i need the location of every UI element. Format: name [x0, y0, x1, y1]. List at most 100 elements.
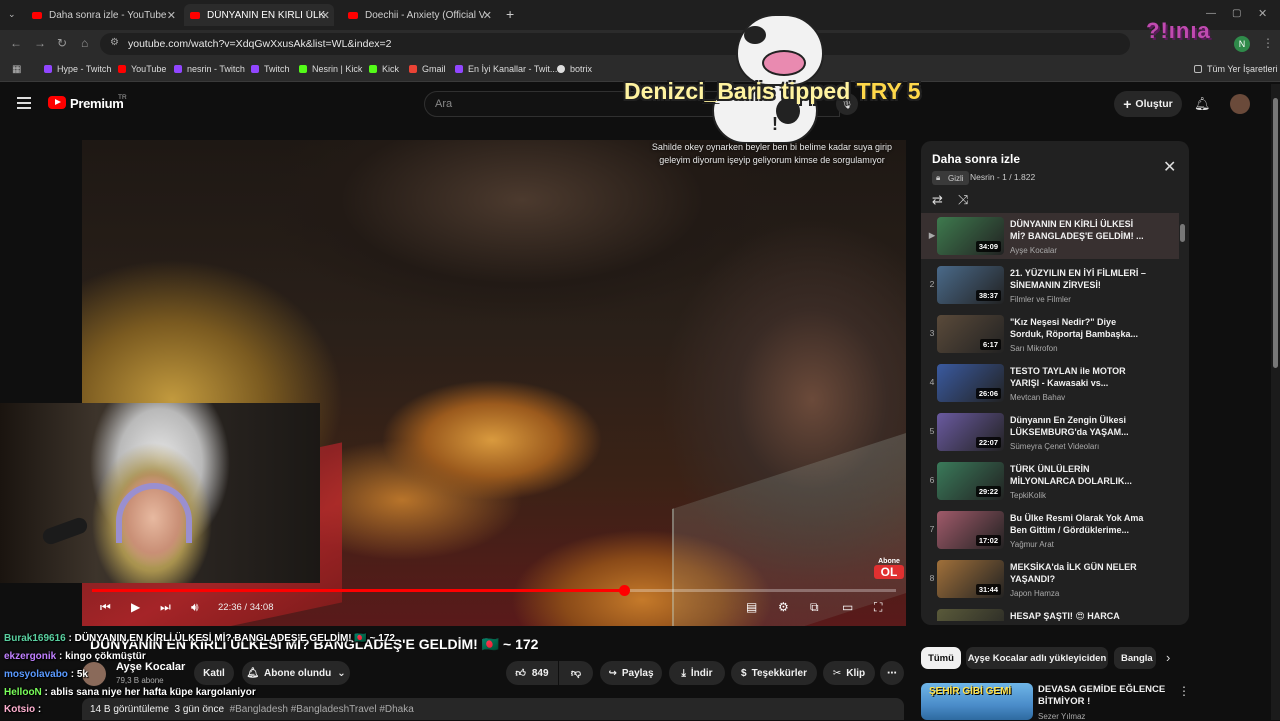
bookmark-nesrin-twitch[interactable]: nesrin - Twitch [174, 64, 245, 74]
chat-username[interactable]: ekzergonik [4, 651, 56, 662]
theater-mode-icon[interactable]: ▭ [842, 600, 853, 614]
youtube-premium-logo[interactable]: Premium [70, 96, 124, 111]
new-tab-icon[interactable]: + [506, 6, 514, 22]
all-bookmarks[interactable]: Tüm Yer İşaretleri [1194, 64, 1278, 74]
playlist-item-channel[interactable]: Filmler ve Filmler [1010, 295, 1071, 304]
playlist-item-channel[interactable]: Ayşe Kocalar [1010, 246, 1057, 255]
share-button[interactable]: ↪ Paylaş [600, 661, 662, 685]
playlist-item-thumbnail[interactable]: 31:44 [937, 560, 1004, 598]
dislike-button[interactable]: 👎︎ [559, 661, 593, 685]
close-window-icon[interactable]: ✕ [1258, 7, 1267, 20]
chat-username[interactable]: HellooN [4, 687, 42, 698]
more-options-icon[interactable]: ⋮ [1178, 684, 1190, 698]
more-actions-icon[interactable]: ⋯ [880, 661, 904, 685]
reload-icon[interactable]: ↻ [57, 36, 67, 50]
recommendation-title[interactable]: DEVASA GEMİDE EĞLENCE BİTMİYOR ! [1038, 684, 1168, 708]
bookmark-hype-twitch[interactable]: Hype - Twitch [44, 64, 111, 74]
url-input[interactable]: youtube.com/watch?v=XdqGwXxusAk&list=WL&… [100, 33, 1130, 55]
playlist-item-title[interactable]: TESTO TAYLAN ile MOTOR YARIŞI - Kawasaki… [1010, 365, 1150, 389]
playlist-title[interactable]: Daha sonra izle [932, 152, 1020, 166]
chat-username[interactable]: Burak169616 [4, 633, 66, 644]
playlist-item-channel[interactable]: Mevtcan Bahav [1010, 393, 1065, 402]
menu-icon[interactable] [17, 97, 31, 109]
close-tab-icon[interactable]: ✕ [167, 9, 176, 22]
progress-bar[interactable] [92, 585, 896, 596]
playlist-item-channel[interactable]: TepkiKolik [1010, 491, 1046, 500]
playlist-item-channel[interactable]: Sümeyra Çenet Videoları [1010, 442, 1099, 451]
bookmark-twitch[interactable]: Twitch [251, 64, 290, 74]
account-avatar[interactable] [1230, 94, 1250, 114]
playlist-item[interactable]: 4 26:06 TESTO TAYLAN ile MOTOR YARIŞI - Ka… [921, 360, 1179, 406]
back-icon[interactable]: ← [10, 36, 22, 50]
playlist-item-thumbnail[interactable]: 34:09 [937, 217, 1004, 255]
previous-icon[interactable]: ⏮︎ [100, 600, 111, 615]
home-icon[interactable]: ⌂ [81, 36, 88, 50]
playlist-item-channel[interactable]: Japon Hamza [1010, 589, 1059, 598]
playlist-item-title[interactable]: Dünyanın En Zengin Ülkesi LÜKSEMBURG'da … [1010, 414, 1150, 438]
recommendation-thumbnail[interactable]: ŞEHİR GİBİ GEMİ [921, 683, 1033, 720]
chat-username[interactable]: mosyolavabo [4, 669, 68, 680]
apps-grid-icon[interactable]: ▦ [12, 64, 21, 75]
description-box[interactable]: 14 B görüntüleme 3 gün önce #Bangladesh … [82, 698, 904, 720]
playlist-item-thumbnail[interactable]: 29:22 [937, 462, 1004, 500]
subscribed-button[interactable]: 🔔︎ Abone olundu ⌄ [242, 661, 350, 685]
playlist-item-title[interactable]: 21. YÜZYILIN EN İYİ FİLMLERİ – SİNEMANIN… [1010, 267, 1150, 291]
play-icon[interactable]: ▶︎ [131, 600, 140, 614]
playlist-item-thumbnail[interactable] [937, 609, 1004, 621]
chat-username[interactable]: Kotsio [4, 704, 35, 715]
chevron-right-icon[interactable]: › [1166, 650, 1170, 665]
playlist-item-thumbnail[interactable]: 6:17 [937, 315, 1004, 353]
playlist-item-title[interactable]: Bu Ülke Resmi Olarak Yok Ama Ben Gittim … [1010, 512, 1150, 536]
page-scrollbar[interactable] [1271, 84, 1280, 720]
channel-name[interactable]: Ayşe Kocalar [116, 661, 185, 673]
close-tab-icon[interactable]: ✕ [483, 9, 492, 22]
fullscreen-icon[interactable]: ⛶ [874, 600, 882, 615]
playlist-item-thumbnail[interactable]: 22:07 [937, 413, 1004, 451]
playlist-item[interactable]: 2 38:37 21. YÜZYILIN EN İYİ FİLMLERİ – SİN… [921, 262, 1179, 308]
loop-icon[interactable]: ⇄ [932, 192, 943, 208]
playlist-item-channel[interactable]: Yağmur Arat [1010, 540, 1054, 549]
playlist-item-thumbnail[interactable]: 26:06 [937, 364, 1004, 402]
playlist-item-title[interactable]: MEKSİKA'da İLK GÜN NELER YAŞANDI? [1010, 561, 1150, 585]
playlist-item[interactable]: 6 29:22 TÜRK ÜNLÜLERİN MİLYONLARCA DOLARLI… [921, 458, 1179, 504]
playlist-item-title[interactable]: DÜNYANIN EN KİRLİ ÜLKESİ Mİ? BANGLADEŞ'E… [1010, 218, 1150, 242]
close-playlist-icon[interactable]: ✕ [1163, 157, 1176, 177]
like-button[interactable]: 👍︎ 849 [506, 661, 558, 685]
chip-all[interactable]: Tümü [921, 647, 961, 669]
playlist-item[interactable]: ▶ 34:09 DÜNYANIN EN KİRLİ ÜLKESİ Mİ? BANGL… [921, 213, 1179, 259]
playlist-item[interactable]: 5 22:07 Dünyanın En Zengin Ülkesi LÜKSEMBU… [921, 409, 1179, 455]
chip-from-uploader[interactable]: Ayşe Kocalar adlı yükleyiciden [966, 647, 1108, 669]
playlist-scrollbar[interactable] [1180, 214, 1185, 614]
playlist-item-title[interactable]: HESAP ŞAŞTI! 😍 HARCA [1010, 610, 1150, 621]
next-icon[interactable]: ⏭︎ [160, 600, 171, 615]
join-button[interactable]: Katıl [194, 661, 234, 685]
profile-avatar-icon[interactable]: N [1234, 36, 1250, 52]
miniplayer-icon[interactable]: ⧉ [810, 600, 819, 615]
playlist-item[interactable]: 8 31:44 MEKSİKA'da İLK GÜN NELER YAŞANDI? J… [921, 556, 1179, 602]
bookmark-en-iyi-kanallar[interactable]: En İyi Kanallar - Twit... [455, 64, 557, 74]
volume-icon[interactable]: 🔊︎ [191, 600, 199, 615]
browser-menu-icon[interactable]: ⋮ [1262, 36, 1274, 50]
forward-icon[interactable]: → [34, 36, 46, 50]
bookmark-youtube[interactable]: YouTube [118, 64, 166, 74]
maximize-icon[interactable]: ▢ [1232, 8, 1241, 19]
download-button[interactable]: ⤓ İndir [669, 661, 725, 685]
clip-button[interactable]: ✂ Klip [823, 661, 875, 685]
tab-search-icon[interactable]: ⌄ [8, 9, 16, 20]
thanks-button[interactable]: $ Teşekkürler [731, 661, 817, 685]
tab-watch-later[interactable]: Daha sonra izle - YouTube ✕ [26, 4, 180, 26]
close-tab-icon[interactable]: ✕ [321, 9, 330, 22]
subtitles-icon[interactable]: ▤ [746, 600, 757, 614]
bookmark-gmail[interactable]: Gmail [409, 64, 446, 74]
settings-gear-icon[interactable]: ⚙ [778, 600, 789, 614]
playlist-item-title[interactable]: "Kız Neşesi Nedir?" Diye Sorduk, Röporta… [1010, 316, 1150, 340]
tab-doechii[interactable]: Doechii - Anxiety (Official Vide ✕ [342, 4, 496, 26]
playlist-item[interactable]: 7 17:02 Bu Ülke Resmi Olarak Yok Ama Ben G… [921, 507, 1179, 553]
shuffle-icon[interactable]: ⤨ [958, 192, 968, 208]
tab-current-video[interactable]: DÜNYANIN EN KİRLİ ÜLKESİ Mİ ✕ [184, 4, 334, 26]
youtube-logo-icon[interactable] [48, 96, 66, 109]
chip-bangladesh[interactable]: Bangla [1114, 647, 1156, 669]
playlist-item-thumbnail[interactable]: 38:37 [937, 266, 1004, 304]
create-button[interactable]: + Oluştur [1114, 91, 1182, 117]
bookmark-kick[interactable]: Kick [369, 64, 399, 74]
